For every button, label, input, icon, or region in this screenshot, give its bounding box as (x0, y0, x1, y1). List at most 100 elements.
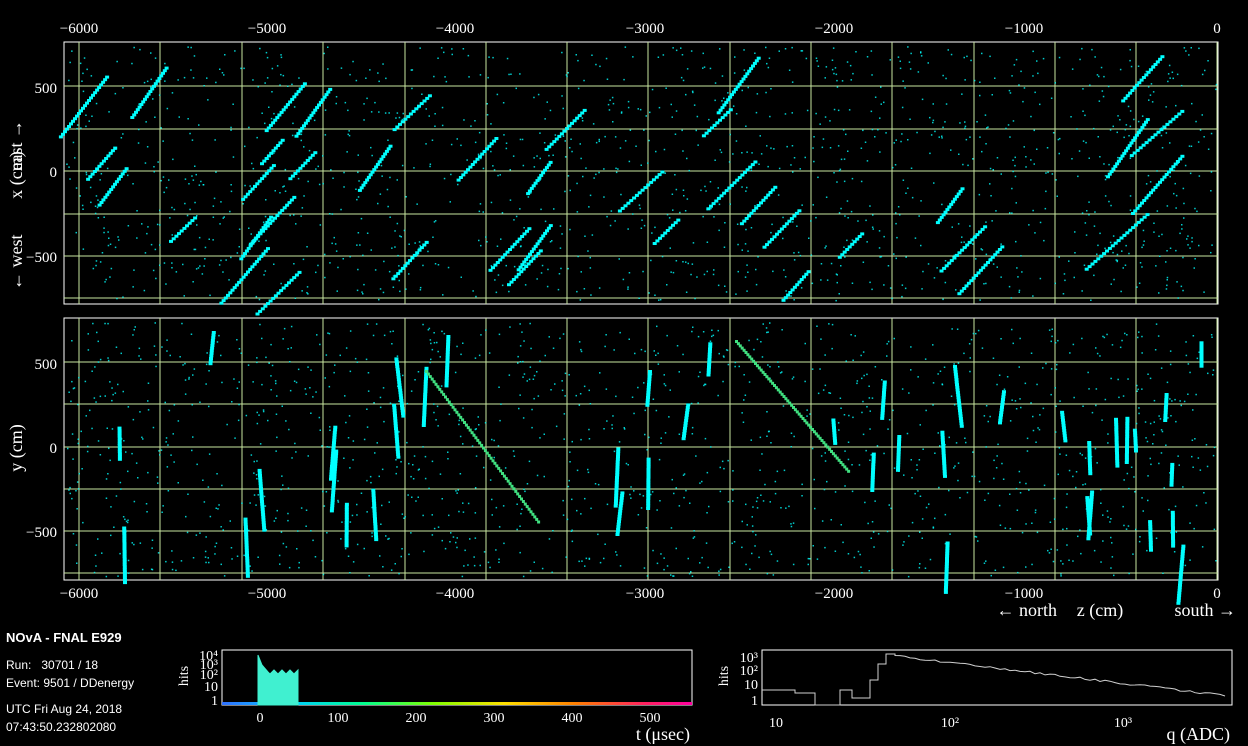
hit (719, 490, 722, 493)
hit (522, 360, 524, 363)
hit (522, 417, 525, 419)
hit (713, 216, 715, 218)
hit (924, 567, 927, 569)
hit (259, 254, 264, 258)
hit (165, 560, 167, 563)
hit (1053, 518, 1056, 520)
hit (999, 408, 1004, 412)
hit (612, 415, 614, 417)
hit (688, 169, 690, 172)
hit (456, 178, 461, 182)
hit (273, 146, 278, 150)
charge-histogram[interactable]: hits 10³ 10² 10 1 10 10² 10³ q (ADC) (717, 649, 1233, 745)
hit (567, 485, 570, 488)
hit (1009, 92, 1012, 94)
hit (478, 239, 480, 242)
hit (738, 365, 740, 368)
hit (397, 254, 399, 257)
hit (187, 493, 189, 495)
hit (1182, 187, 1185, 190)
hit (832, 47, 835, 49)
hit (212, 216, 215, 218)
hit (90, 172, 95, 176)
hit (177, 420, 180, 422)
hit (1115, 259, 1117, 261)
hit (105, 478, 108, 480)
hit (216, 341, 219, 343)
hit (878, 247, 881, 249)
hit (519, 323, 521, 325)
hit (941, 448, 946, 452)
hit (654, 294, 656, 296)
hit (1045, 362, 1047, 365)
hit (474, 141, 477, 144)
hit (1163, 487, 1165, 489)
hit (1084, 222, 1087, 224)
hit (880, 103, 882, 105)
hit (287, 85, 289, 87)
hit (153, 166, 155, 168)
hit (548, 224, 553, 228)
hit (894, 164, 897, 166)
hit (918, 215, 920, 217)
hit (388, 112, 390, 114)
hit (570, 121, 574, 125)
hit (256, 411, 258, 414)
hit (1087, 454, 1092, 457)
hit (944, 570, 949, 574)
hit (470, 163, 475, 166)
hit (252, 381, 254, 383)
hit (579, 299, 582, 301)
hit (113, 146, 118, 150)
hit (1124, 455, 1129, 459)
hit (1165, 444, 1167, 446)
hit (349, 330, 352, 332)
hit (110, 534, 112, 537)
hit (832, 431, 837, 435)
hit (344, 541, 349, 545)
hit (1065, 454, 1068, 456)
xview-panel[interactable] (58, 41, 1219, 316)
hit (925, 506, 928, 509)
hit (960, 187, 965, 191)
hit (941, 456, 946, 460)
hit (262, 528, 267, 532)
hit (108, 151, 113, 155)
hit (1103, 163, 1105, 165)
hit (936, 267, 938, 269)
hit (688, 572, 691, 575)
hit (275, 517, 277, 519)
hit (327, 46, 329, 48)
hit (708, 118, 710, 121)
hit (400, 266, 405, 270)
hit (765, 91, 767, 94)
time-histogram[interactable]: hits 10⁴ 10³ 10² 10 1 0 100 200 300 400 … (177, 649, 693, 745)
hit (138, 128, 140, 131)
hit (702, 215, 704, 218)
hit (1006, 376, 1009, 378)
hit (522, 376, 524, 378)
hit (523, 340, 525, 342)
hit (76, 562, 78, 564)
hit (86, 450, 89, 453)
hit (670, 574, 672, 576)
hit (550, 389, 552, 391)
hit (648, 139, 650, 142)
hit (310, 530, 312, 532)
hit (158, 450, 160, 452)
hit (400, 404, 404, 408)
hit (198, 124, 200, 126)
hit (761, 453, 763, 455)
hit (486, 241, 488, 243)
hit (1192, 466, 1194, 468)
hit (940, 433, 945, 437)
hit (942, 266, 947, 270)
hit (1183, 400, 1186, 403)
hit (485, 147, 489, 151)
yview-panel[interactable] (63, 317, 1219, 605)
hit (109, 243, 112, 245)
hit (448, 413, 451, 416)
hit (1096, 462, 1098, 464)
hit (569, 451, 571, 453)
hit (539, 437, 541, 439)
